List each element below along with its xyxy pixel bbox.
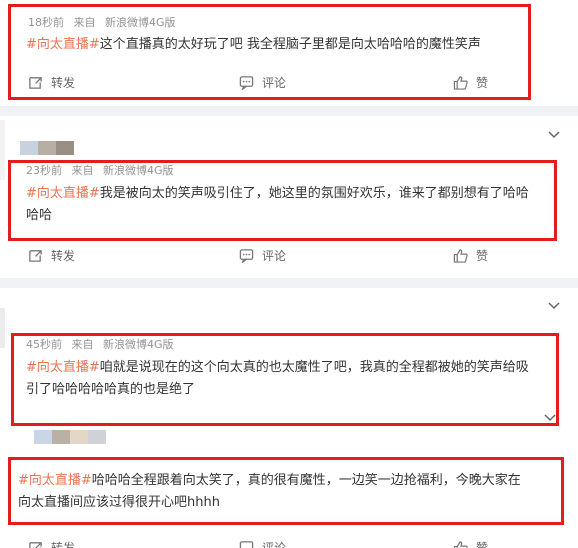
post-2-comment-label: 评论 bbox=[262, 248, 287, 263]
post-4-like-label: 赞 bbox=[476, 540, 489, 548]
post-2-avatar[interactable] bbox=[20, 141, 74, 155]
left-edge-shadow bbox=[0, 120, 5, 180]
post-4-avatar[interactable] bbox=[34, 430, 106, 444]
highlight-box-2 bbox=[8, 160, 557, 241]
post-2-repost-button[interactable]: 转发 bbox=[28, 244, 75, 266]
weibo-feed: 18秒前 来自 新浪微博4G版 #向太直播#这个直播真的太好玩了吧 我全程脑子里… bbox=[0, 0, 578, 548]
comment-icon bbox=[239, 248, 254, 263]
highlight-box-1 bbox=[8, 4, 531, 100]
repost-icon bbox=[29, 541, 42, 548]
highlight-box-3 bbox=[11, 333, 559, 426]
post-2-actions: 转发 评论 赞 bbox=[0, 244, 578, 266]
left-edge-shadow bbox=[0, 308, 5, 348]
post-4-comment-label: 评论 bbox=[262, 540, 287, 548]
post-4-comment-button[interactable]: 评论 bbox=[239, 536, 286, 548]
comment-icon bbox=[239, 540, 254, 548]
feed-separator bbox=[0, 106, 578, 116]
post-2-like-button[interactable]: 赞 bbox=[453, 244, 488, 266]
highlight-box-4 bbox=[8, 457, 564, 525]
feed-separator bbox=[0, 278, 578, 288]
like-icon bbox=[453, 248, 468, 263]
post-2-like-label: 赞 bbox=[476, 248, 489, 263]
post-2-repost-label: 转发 bbox=[51, 248, 76, 263]
like-icon bbox=[453, 540, 468, 548]
chevron-down-icon[interactable] bbox=[548, 131, 560, 139]
post-4-repost-label: 转发 bbox=[51, 540, 76, 548]
chevron-down-icon[interactable] bbox=[548, 302, 560, 310]
post-4-actions: 转发 评论 赞 bbox=[0, 536, 578, 548]
post-4-like-button[interactable]: 赞 bbox=[453, 536, 488, 548]
repost-icon bbox=[29, 249, 42, 262]
post-2-comment-button[interactable]: 评论 bbox=[239, 244, 286, 266]
post-4-repost-button[interactable]: 转发 bbox=[28, 536, 75, 548]
